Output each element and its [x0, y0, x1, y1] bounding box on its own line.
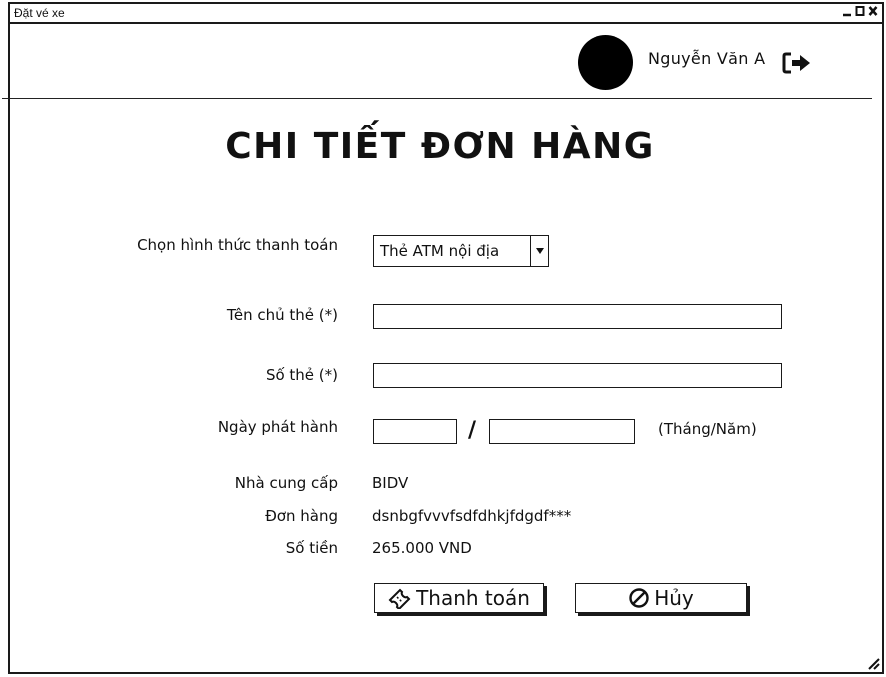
close-icon[interactable] [868, 5, 878, 17]
order-label: Đơn hàng [265, 507, 338, 525]
title-bar: Đặt vé xe [10, 4, 882, 24]
pay-button[interactable]: Thanh toán [374, 583, 544, 613]
order-value: dsnbgfvvvfsdfdhkjfdgdf*** [372, 507, 572, 525]
card-holder-label: Tên chủ thẻ (*) [226, 306, 338, 324]
logout-icon[interactable] [782, 50, 812, 76]
card-number-input[interactable] [373, 363, 782, 388]
cancel-button[interactable]: Hủy [575, 583, 747, 613]
minimize-icon[interactable] [842, 5, 852, 17]
payment-method-value: Thẻ ATM nội địa [380, 242, 500, 260]
page-title: CHI TIẾT ĐƠN HÀNG [225, 126, 655, 167]
payment-method-label: Chọn hình thức thanh toán [137, 236, 338, 254]
pay-button-label: Thanh toán [416, 586, 530, 610]
issue-date-hint: (Tháng/Năm) [658, 420, 757, 438]
payment-method-select[interactable]: Thẻ ATM nội địa [373, 235, 549, 267]
avatar[interactable] [578, 35, 633, 90]
card-holder-input[interactable] [373, 304, 782, 329]
date-separator: / [468, 418, 477, 443]
maximize-icon[interactable] [855, 5, 865, 17]
cancel-button-label: Hủy [654, 586, 694, 610]
app-window: Đặt vé xe Nguyễn Văn A CHI TIẾT ĐƠN HÀNG… [2, 2, 884, 674]
card-number-label: Số thẻ (*) [265, 366, 338, 384]
cancel-icon [629, 588, 649, 608]
window-title: Đặt vé xe [14, 6, 65, 20]
amount-value: 265.000 VND [372, 539, 472, 557]
provider-value: BIDV [372, 474, 409, 492]
resize-handle-icon[interactable] [866, 656, 880, 670]
header-divider [2, 98, 872, 99]
ticket-icon [388, 588, 411, 609]
issue-date-label: Ngày phát hành [217, 418, 338, 436]
provider-label: Nhà cung cấp [234, 474, 338, 492]
issue-year-input[interactable] [489, 419, 635, 444]
user-name: Nguyễn Văn A [648, 49, 766, 68]
chevron-down-icon[interactable] [530, 236, 548, 266]
issue-month-input[interactable] [373, 419, 457, 444]
window-controls [842, 5, 878, 17]
amount-label: Số tiền [285, 539, 338, 557]
